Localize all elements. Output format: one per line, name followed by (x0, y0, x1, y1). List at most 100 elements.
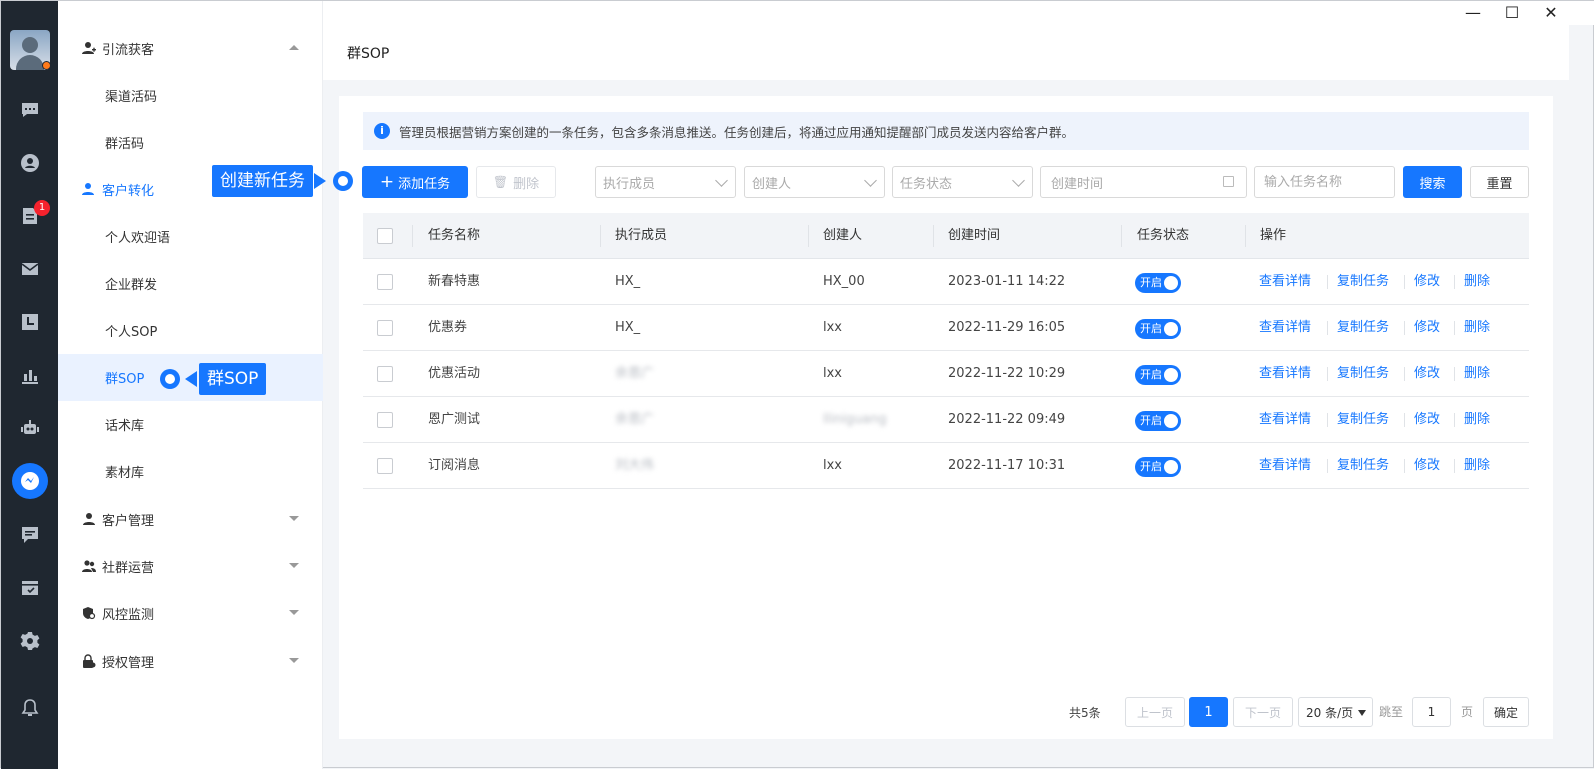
menu-group-lead[interactable]: 引流获客 (58, 25, 323, 72)
view-details-link[interactable]: 查看详情 (1259, 443, 1311, 489)
mail-icon[interactable] (18, 257, 42, 281)
edit-link[interactable]: 修改 (1414, 443, 1440, 489)
menu-item-group-code[interactable]: 群活码 (58, 119, 323, 166)
maximize-button[interactable]: ☐ (1502, 3, 1522, 23)
menu-item-broadcast[interactable]: 企业群发 (58, 260, 323, 307)
menu-group-risk[interactable]: 风控监测 (58, 590, 323, 637)
delete-link[interactable]: 删除 (1464, 351, 1490, 397)
view-details-link[interactable]: 查看详情 (1259, 305, 1311, 351)
row-checkbox[interactable] (377, 366, 393, 382)
menu-item-welcome[interactable]: 个人欢迎语 (58, 213, 323, 260)
delete-link[interactable]: 删除 (1464, 259, 1490, 305)
menu-group-customer[interactable]: 客户管理 (58, 496, 323, 543)
page-unit-label: 页 (1461, 705, 1474, 719)
chat-icon[interactable] (18, 98, 42, 122)
row-checkbox[interactable] (377, 412, 393, 428)
reset-button[interactable]: 重置 (1470, 166, 1529, 198)
status-toggle[interactable]: 开启 (1135, 457, 1181, 477)
creator-cell: lxx (823, 366, 842, 381)
search-button[interactable]: 搜索 (1403, 166, 1462, 198)
row-checkbox[interactable] (377, 458, 393, 474)
contacts-icon[interactable] (18, 151, 42, 175)
action-divider (1454, 413, 1455, 427)
message-icon[interactable] (18, 523, 42, 547)
menu-group-label: 引流获客 (102, 43, 155, 58)
menu-item-personal-sop[interactable]: 个人SOP (58, 307, 323, 354)
select-all-checkbox[interactable] (377, 228, 393, 244)
callout-new-task: 创建新任务 (212, 165, 313, 197)
creator-select[interactable]: 创建人 (744, 166, 885, 198)
executor-select[interactable]: 执行成员 (595, 166, 736, 198)
jump-confirm-button[interactable]: 确定 (1483, 697, 1529, 727)
action-divider (1404, 459, 1405, 473)
status-toggle[interactable]: 开启 (1135, 411, 1181, 431)
wechat-work-icon[interactable] (12, 463, 48, 499)
chart-icon[interactable] (18, 363, 42, 387)
delete-link[interactable]: 删除 (1464, 443, 1490, 489)
creator-cell: lliniguang (823, 412, 887, 427)
view-details-link[interactable]: 查看详情 (1259, 397, 1311, 443)
close-button[interactable]: ✕ (1541, 3, 1561, 23)
settings-icon[interactable] (18, 629, 42, 653)
delete-button[interactable]: 🗑 删除 (476, 166, 556, 198)
toggle-knob (1164, 322, 1178, 336)
task-name-cell: 优惠券 (428, 320, 468, 335)
toggle-knob (1164, 276, 1178, 290)
menu-item-channel-code[interactable]: 渠道活码 (58, 72, 323, 119)
copy-task-link[interactable]: 复制任务 (1337, 305, 1389, 351)
edit-link[interactable]: 修改 (1414, 397, 1440, 443)
created-at-cell: 2022-11-22 09:49 (948, 412, 1066, 427)
app-window: 1 引流获客 渠道活码 群活码 客户转化 个人欢迎语 企业群发 个人SOP 群S… (0, 0, 1594, 769)
prev-page-button[interactable]: 上一页 (1125, 697, 1185, 727)
status-select[interactable]: 任务状态 (892, 166, 1033, 198)
status-toggle[interactable]: 开启 (1135, 319, 1181, 339)
copy-task-link[interactable]: 复制任务 (1337, 351, 1389, 397)
next-page-button[interactable]: 下一页 (1233, 697, 1293, 727)
status-toggle[interactable]: 开启 (1135, 273, 1181, 293)
calendar-icon[interactable] (18, 310, 42, 334)
column-divider (412, 225, 413, 247)
current-page-button[interactable]: 1 (1189, 697, 1228, 727)
delete-link[interactable]: 删除 (1464, 397, 1490, 443)
jump-page-input[interactable]: 1 (1412, 697, 1451, 727)
menu-group-auth[interactable]: 授权管理 (58, 638, 323, 685)
status-toggle-label: 开启 (1140, 322, 1162, 335)
delete-link[interactable]: 删除 (1464, 305, 1490, 351)
action-divider (1454, 459, 1455, 473)
created-time-picker[interactable]: 创建时间 (1040, 166, 1247, 198)
robot-icon[interactable] (18, 416, 42, 440)
copy-task-link[interactable]: 复制任务 (1337, 443, 1389, 489)
edit-link[interactable]: 修改 (1414, 305, 1440, 351)
menu-item-material-library[interactable]: 素材库 (58, 448, 323, 495)
page-title: 群SOP (323, 25, 1569, 80)
row-checkbox[interactable] (377, 274, 393, 290)
table-header: 任务名称 执行成员 创建人 创建时间 任务状态 操作 (363, 213, 1529, 259)
menu-group-community[interactable]: 社群运营 (58, 543, 323, 590)
view-details-link[interactable]: 查看详情 (1259, 351, 1311, 397)
edit-link[interactable]: 修改 (1414, 259, 1440, 305)
created-at-cell: 2023-01-11 14:22 (948, 274, 1066, 289)
menu-item-script-library[interactable]: 话术库 (58, 401, 323, 448)
status-toggle[interactable]: 开启 (1135, 365, 1181, 385)
action-divider (1327, 321, 1328, 335)
view-details-link[interactable]: 查看详情 (1259, 259, 1311, 305)
executor-placeholder: 执行成员 (603, 176, 656, 192)
online-status-dot (42, 61, 51, 70)
table-icon[interactable] (18, 576, 42, 600)
edit-link[interactable]: 修改 (1414, 351, 1440, 397)
caret-down-icon (289, 610, 299, 615)
task-name-search-input[interactable] (1254, 166, 1395, 198)
bell-icon[interactable] (18, 696, 42, 720)
header-executor: 执行成员 (615, 228, 668, 243)
info-notice: i 管理员根据营销方案创建的一条任务，包含多条消息推送。任务创建后，将通过应用通… (363, 112, 1529, 150)
minimize-button[interactable]: — (1463, 3, 1483, 23)
callout-arrow-icon (185, 371, 197, 387)
callout-marker (333, 171, 353, 191)
copy-task-link[interactable]: 复制任务 (1337, 397, 1389, 443)
row-checkbox[interactable] (377, 320, 393, 336)
user-icon (82, 512, 98, 528)
page-size-select[interactable]: 20 条/页 (1298, 697, 1373, 727)
copy-task-link[interactable]: 复制任务 (1337, 259, 1389, 305)
add-task-button[interactable]: + 添加任务 (362, 166, 468, 198)
action-divider (1404, 321, 1405, 335)
